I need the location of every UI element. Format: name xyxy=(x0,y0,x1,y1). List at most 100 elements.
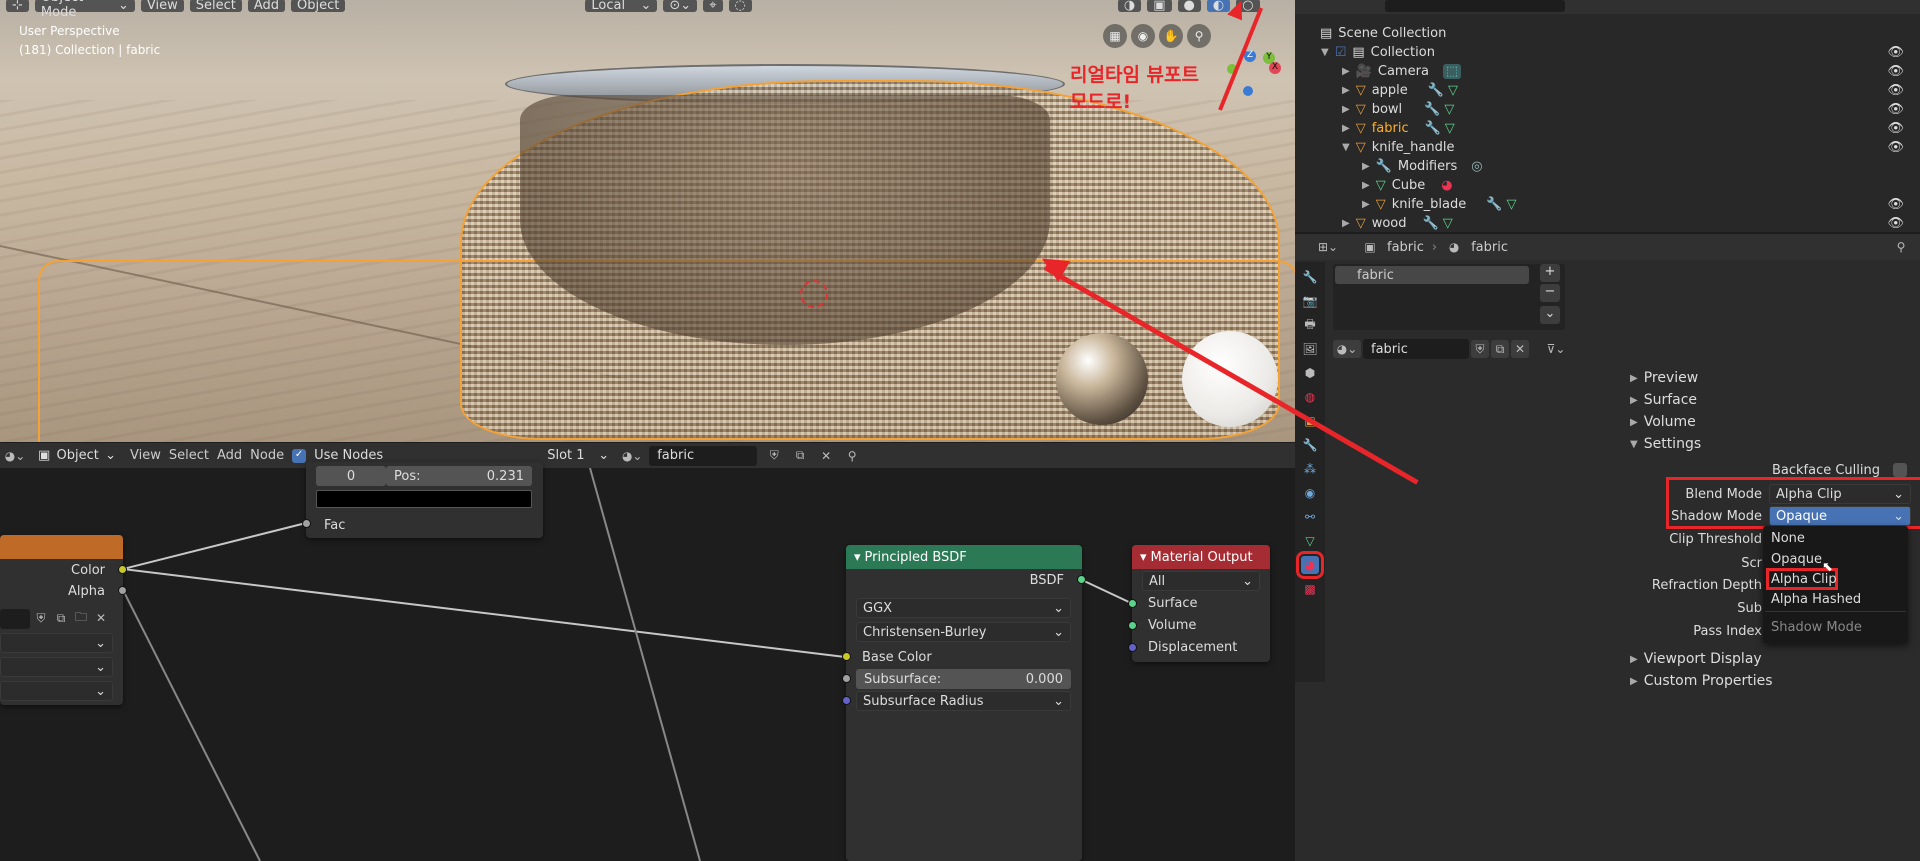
outliner-search[interactable] xyxy=(1385,0,1565,12)
breadcrumb-object[interactable]: fabric xyxy=(1387,240,1424,255)
fake-user-icon[interactable]: ⛨ xyxy=(765,447,783,465)
menu-add[interactable]: Add xyxy=(217,448,242,463)
eye-icon[interactable]: 👁 xyxy=(1887,83,1904,98)
pin-icon[interactable]: ⚲ xyxy=(1892,238,1910,256)
world-tab-icon[interactable]: ◍ xyxy=(1301,388,1319,406)
material-name-field[interactable]: fabric xyxy=(649,445,758,466)
section-preview[interactable]: ▶ Preview xyxy=(1630,370,1698,386)
slot-select[interactable]: Slot 1 ⌄ xyxy=(541,446,615,466)
eye-icon[interactable]: 👁 xyxy=(1887,197,1904,212)
slot-remove-button[interactable]: − xyxy=(1540,284,1560,302)
pan-hand-icon[interactable]: ✋ xyxy=(1159,24,1183,48)
shading-solid-icon[interactable]: ● xyxy=(1177,0,1201,13)
menu-add[interactable]: Add xyxy=(247,0,286,13)
material-name-field[interactable]: fabric xyxy=(1363,339,1469,359)
menu-view[interactable]: View xyxy=(140,0,184,13)
color-ramp-node[interactable]: 0 Pos: 0.231 Fac xyxy=(302,462,543,538)
eye-icon[interactable]: 👁 xyxy=(1887,121,1904,136)
volume-socket[interactable] xyxy=(1128,621,1137,630)
blend-mode-select[interactable]: Alpha Clip ⌄ xyxy=(1769,484,1911,504)
menu-item-opaque[interactable]: Opaque xyxy=(1771,552,1822,567)
menu-view[interactable]: View xyxy=(130,448,161,463)
color-output-socket[interactable] xyxy=(118,565,127,574)
material-output-node[interactable]: ▾ Material Output All ⌄ Surface Volume Dis… xyxy=(1128,545,1270,662)
scene-tab-icon[interactable]: ⬢ xyxy=(1301,364,1319,382)
material-tab-icon[interactable]: ◕ xyxy=(1296,551,1324,579)
menu-select[interactable]: Select xyxy=(189,0,242,13)
shading-material-icon[interactable]: ◐ xyxy=(1206,0,1231,13)
shadow-mode-select[interactable]: Opaque ⌄ xyxy=(1769,506,1911,526)
pivot-icon[interactable]: ⊙⌄ xyxy=(663,0,698,13)
node-link-icon[interactable]: ⊽⌄ xyxy=(1547,340,1566,358)
fac-socket[interactable] xyxy=(302,519,311,528)
modifier-tab-icon[interactable]: 🔧 xyxy=(1301,436,1319,454)
menu-item-alpha-hashed[interactable]: Alpha Hashed xyxy=(1771,592,1861,607)
menu-node[interactable]: Node xyxy=(250,448,284,463)
menu-object[interactable]: Object xyxy=(291,0,346,13)
viewport[interactable]: User Perspective (181) Collection | fabr… xyxy=(0,0,1295,442)
displacement-socket[interactable] xyxy=(1128,643,1137,652)
subsurface-radius-select[interactable]: Subsurface Radius ⌄ xyxy=(856,691,1071,711)
eye-icon[interactable]: 👁 xyxy=(1887,102,1904,117)
editor-type-icon[interactable]: ◕⌄ xyxy=(5,447,26,465)
section-surface[interactable]: ▶ Surface xyxy=(1630,392,1697,408)
section-settings[interactable]: ▼ Settings xyxy=(1630,436,1701,452)
breadcrumb-material[interactable]: fabric xyxy=(1471,240,1508,255)
duplicate-icon[interactable]: ⧉ xyxy=(52,609,70,627)
slot-add-button[interactable]: + xyxy=(1540,264,1560,282)
eye-icon[interactable]: 👁 xyxy=(1887,140,1904,155)
fake-user-icon[interactable]: ⛨ xyxy=(1471,340,1489,358)
axis-z[interactable]: Z xyxy=(1244,50,1256,62)
distribution-select[interactable]: GGX ⌄ xyxy=(856,598,1071,618)
output-tab-icon[interactable]: 🖶 xyxy=(1301,316,1319,334)
zoom-icon[interactable]: ⚲ xyxy=(1187,24,1211,48)
subsurface-radius-socket[interactable] xyxy=(842,696,851,705)
camera-view-icon[interactable]: ◉ xyxy=(1131,24,1155,48)
subsurface-field[interactable]: Subsurface: 0.000 xyxy=(856,669,1071,689)
alpha-output-socket[interactable] xyxy=(118,586,127,595)
overlay-icon[interactable]: ◑ xyxy=(1117,0,1142,13)
duplicate-icon[interactable]: ⧉ xyxy=(1491,340,1509,358)
eye-icon[interactable]: 👁 xyxy=(1887,64,1904,79)
outliner-item-wood[interactable]: ▶ ▽ wood 🔧 ▽ 👁 xyxy=(1342,212,1920,234)
tool-tab-icon[interactable]: 🔧 xyxy=(1301,268,1319,286)
ramp-index-field[interactable]: 0 xyxy=(316,466,386,486)
fake-user-icon[interactable]: ⛨ xyxy=(32,609,50,627)
eye-icon[interactable]: 👁 xyxy=(1887,216,1904,231)
use-nodes-checkbox[interactable]: ✓ xyxy=(292,448,307,463)
image-name-field[interactable] xyxy=(0,609,30,629)
duplicate-icon[interactable]: ⧉ xyxy=(791,447,809,465)
particles-tab-icon[interactable]: ⁂ xyxy=(1301,460,1319,478)
subsurface-socket[interactable] xyxy=(842,674,851,683)
surface-socket[interactable] xyxy=(1128,599,1137,608)
interpolation-select[interactable]: ⌄ xyxy=(0,633,113,653)
snap-icon[interactable]: ⌖ xyxy=(703,0,723,13)
render-tab-icon[interactable]: 📷 xyxy=(1301,292,1319,310)
pin-icon[interactable]: ⚲ xyxy=(843,447,861,465)
eye-icon[interactable]: 👁 xyxy=(1887,45,1904,60)
ramp-pos-field[interactable]: Pos: 0.231 xyxy=(386,466,532,486)
section-viewport-display[interactable]: ▶ Viewport Display xyxy=(1630,651,1762,667)
unlink-icon[interactable]: ✕ xyxy=(1511,340,1529,358)
principled-bsdf-node[interactable]: ▾ Principled BSDF BSDF GGX ⌄ Christensen-B… xyxy=(842,545,1086,861)
extension-select[interactable]: ⌄ xyxy=(0,681,113,701)
data-tab-icon[interactable]: ▽ xyxy=(1301,532,1319,550)
menu-item-none[interactable]: None xyxy=(1771,531,1805,546)
physics-tab-icon[interactable]: ◉ xyxy=(1301,484,1319,502)
section-volume[interactable]: ▶ Volume xyxy=(1630,414,1696,430)
menu-select[interactable]: Select xyxy=(169,448,209,463)
proportional-icon[interactable]: ◌ xyxy=(728,0,752,13)
view-layer-tab-icon[interactable]: 🖼 xyxy=(1301,340,1319,358)
backface-culling-checkbox[interactable] xyxy=(1893,463,1907,477)
material-slot-item[interactable]: fabric xyxy=(1335,266,1529,284)
ramp-gradient[interactable] xyxy=(316,490,532,508)
unlink-icon[interactable]: ✕ xyxy=(92,609,110,627)
mode-select[interactable]: Object Mode⌄ xyxy=(34,0,135,20)
subsurface-method-select[interactable]: Christensen-Burley ⌄ xyxy=(856,622,1071,642)
material-browse-icon[interactable]: ◕⌄ xyxy=(622,447,643,465)
material-browse-icon[interactable]: ◕⌄ xyxy=(1333,340,1361,358)
constraints-tab-icon[interactable]: ⚯ xyxy=(1301,508,1319,526)
bsdf-output-socket[interactable] xyxy=(1077,575,1086,584)
grid-view-icon[interactable]: ▦ xyxy=(1103,24,1127,48)
xray-icon[interactable]: ▣ xyxy=(1147,0,1172,13)
